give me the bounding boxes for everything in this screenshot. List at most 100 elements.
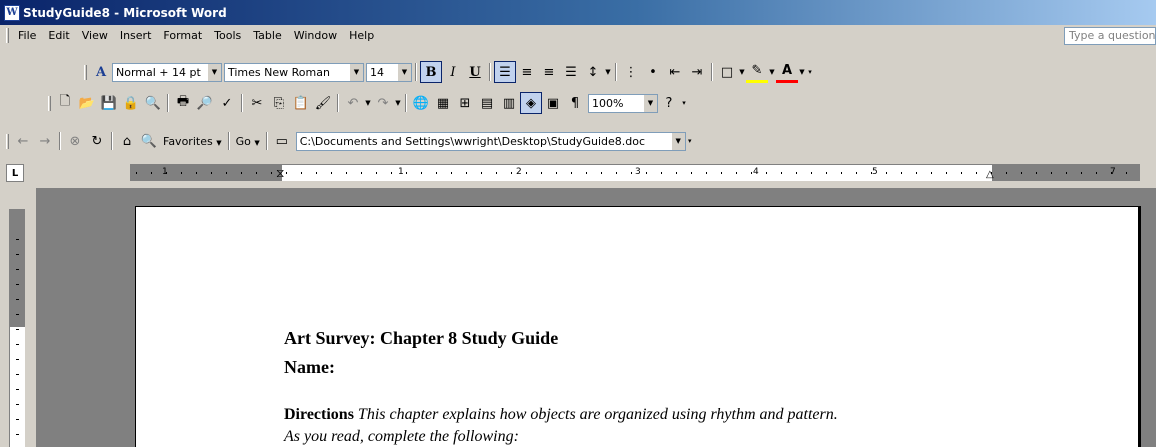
tables-borders-icon[interactable]: ▦ <box>432 92 454 114</box>
menu-file[interactable]: File <box>12 26 42 45</box>
vertical-ruler[interactable] <box>9 209 25 447</box>
menu-insert[interactable]: Insert <box>114 26 158 45</box>
chevron-down-icon[interactable]: ▼ <box>738 61 746 83</box>
ruler-tick <box>316 172 317 174</box>
chevron-down-icon[interactable]: ▼ <box>394 92 402 114</box>
horizontal-ruler[interactable]: 1 1 2 3 4 5 7 ⧖ △ <box>130 164 1140 181</box>
font-combo[interactable]: Times New Roman ▼ <box>224 62 364 82</box>
borders-icon[interactable]: □ <box>716 61 738 83</box>
copy-icon[interactable]: ⎘ <box>268 92 290 114</box>
standard-toolbar-grip[interactable] <box>48 95 51 111</box>
menu-edit[interactable]: Edit <box>42 26 75 45</box>
italic-button[interactable]: I <box>442 61 464 83</box>
chevron-down-icon[interactable]: ▼ <box>798 61 806 83</box>
web-toolbar-grip[interactable] <box>6 133 9 149</box>
formatting-toolbar-grip[interactable] <box>84 64 87 80</box>
menu-grip[interactable] <box>6 28 9 43</box>
show-hide-icon[interactable]: ¶ <box>564 92 586 114</box>
font-size-combo[interactable]: 14 ▼ <box>366 62 412 82</box>
paste-icon[interactable]: 📋 <box>290 92 312 114</box>
right-indent-marker-icon[interactable]: △ <box>986 167 994 183</box>
tab-selector[interactable]: L <box>6 164 24 182</box>
open-folder-icon[interactable]: 📂 <box>76 92 98 114</box>
style-combo[interactable]: Normal + 14 pt ▼ <box>112 62 222 82</box>
font-color-icon[interactable]: A <box>776 61 798 83</box>
redo-icon[interactable]: ↷ <box>372 92 394 114</box>
insert-excel-icon[interactable]: ▤ <box>476 92 498 114</box>
ruler-tick <box>241 172 242 174</box>
chevron-down-icon[interactable]: ▼ <box>670 132 685 150</box>
undo-icon[interactable]: ↶ <box>342 92 364 114</box>
chevron-down-icon[interactable]: ▼ <box>349 63 363 81</box>
zoom-combo[interactable]: 100% ▼ <box>588 93 658 113</box>
chevron-down-icon[interactable]: ▼ <box>397 63 411 81</box>
numbering-icon[interactable]: ⋮ <box>620 61 642 83</box>
ruler-tick <box>256 172 257 174</box>
chevron-down-icon[interactable]: ▼ <box>604 61 612 83</box>
help-icon[interactable]: ? <box>658 92 680 114</box>
stop-icon[interactable]: ⊗ <box>64 130 86 152</box>
toolbar-options-icon[interactable]: ▾ <box>686 130 694 152</box>
drawing-icon[interactable]: ◈ <box>520 92 542 114</box>
home-icon[interactable]: ⌂ <box>116 130 138 152</box>
ask-question-box[interactable]: Type a question <box>1064 27 1156 45</box>
address-combo[interactable]: C:\Documents and Settings\wwright\Deskto… <box>295 131 686 151</box>
ruler-tick <box>691 172 692 174</box>
toolbar-options-icon[interactable]: ▾ <box>680 92 688 114</box>
ruler-tick <box>166 172 167 174</box>
ruler-tick <box>196 172 197 174</box>
go-button[interactable]: Go ▼ <box>233 135 263 148</box>
style-value: Normal + 14 pt <box>116 65 201 79</box>
underline-button[interactable]: U <box>464 61 486 83</box>
menu-view[interactable]: View <box>76 26 114 45</box>
chevron-down-icon[interactable]: ▼ <box>207 63 221 81</box>
chevron-down-icon[interactable]: ▼ <box>364 92 372 114</box>
toolbar-separator <box>111 132 113 150</box>
menu-tools[interactable]: Tools <box>208 26 247 45</box>
spelling-icon[interactable]: ✓ <box>216 92 238 114</box>
toolbar-options-icon[interactable]: ▾ <box>806 61 814 83</box>
ruler-tick <box>751 172 752 174</box>
search-web-icon[interactable]: 🔍 <box>138 130 160 152</box>
decrease-indent-icon[interactable]: ⇤ <box>664 61 686 83</box>
document-map-icon[interactable]: ▣ <box>542 92 564 114</box>
chevron-down-icon[interactable]: ▼ <box>643 94 657 112</box>
document-title: Art Survey: Chapter 8 Study Guide <box>284 328 559 348</box>
align-left-icon[interactable]: ☰ <box>494 61 516 83</box>
menu-table[interactable]: Table <box>247 26 287 45</box>
word-app-icon[interactable]: W <box>4 4 20 21</box>
ruler-tick <box>1111 172 1112 174</box>
highlight-icon[interactable]: ✎ <box>746 61 768 83</box>
justify-icon[interactable]: ☰ <box>560 61 582 83</box>
menu-window[interactable]: Window <box>288 26 343 45</box>
new-document-icon[interactable]: 🗋 <box>54 92 76 114</box>
cut-icon[interactable]: ✂ <box>246 92 268 114</box>
line-spacing-icon[interactable]: ↕ <box>582 61 604 83</box>
format-painter-icon[interactable]: 🖌 <box>312 92 334 114</box>
increase-indent-icon[interactable]: ⇥ <box>686 61 708 83</box>
columns-icon[interactable]: ▥ <box>498 92 520 114</box>
ruler-tick <box>616 172 617 174</box>
print-preview-icon[interactable]: 🔎 <box>194 92 216 114</box>
chevron-down-icon[interactable]: ▼ <box>768 61 776 83</box>
show-only-web-toolbar-icon[interactable]: ▭ <box>271 130 293 152</box>
indent-marker-icon[interactable]: ⧖ <box>276 165 284 181</box>
insert-hyperlink-icon[interactable]: 🌐 <box>410 92 432 114</box>
print-icon[interactable]: 🖶 <box>172 92 194 114</box>
favorites-button[interactable]: Favorites ▼ <box>160 135 225 148</box>
ruler-tick <box>1051 172 1052 174</box>
insert-table-icon[interactable]: ⊞ <box>454 92 476 114</box>
styles-formatting-icon[interactable]: A <box>90 61 112 83</box>
back-icon[interactable]: ← <box>12 130 34 152</box>
bullets-icon[interactable]: • <box>642 61 664 83</box>
permission-icon[interactable]: 🔒 <box>120 92 142 114</box>
align-center-icon[interactable]: ≡ <box>516 61 538 83</box>
menu-help[interactable]: Help <box>343 26 380 45</box>
save-icon[interactable]: 💾 <box>98 92 120 114</box>
bold-button[interactable]: B <box>420 61 442 83</box>
align-right-icon[interactable]: ≡ <box>538 61 560 83</box>
menu-format[interactable]: Format <box>157 26 208 45</box>
refresh-icon[interactable]: ↻ <box>86 130 108 152</box>
research-icon[interactable]: 🔍 <box>142 92 164 114</box>
forward-icon[interactable]: → <box>34 130 56 152</box>
